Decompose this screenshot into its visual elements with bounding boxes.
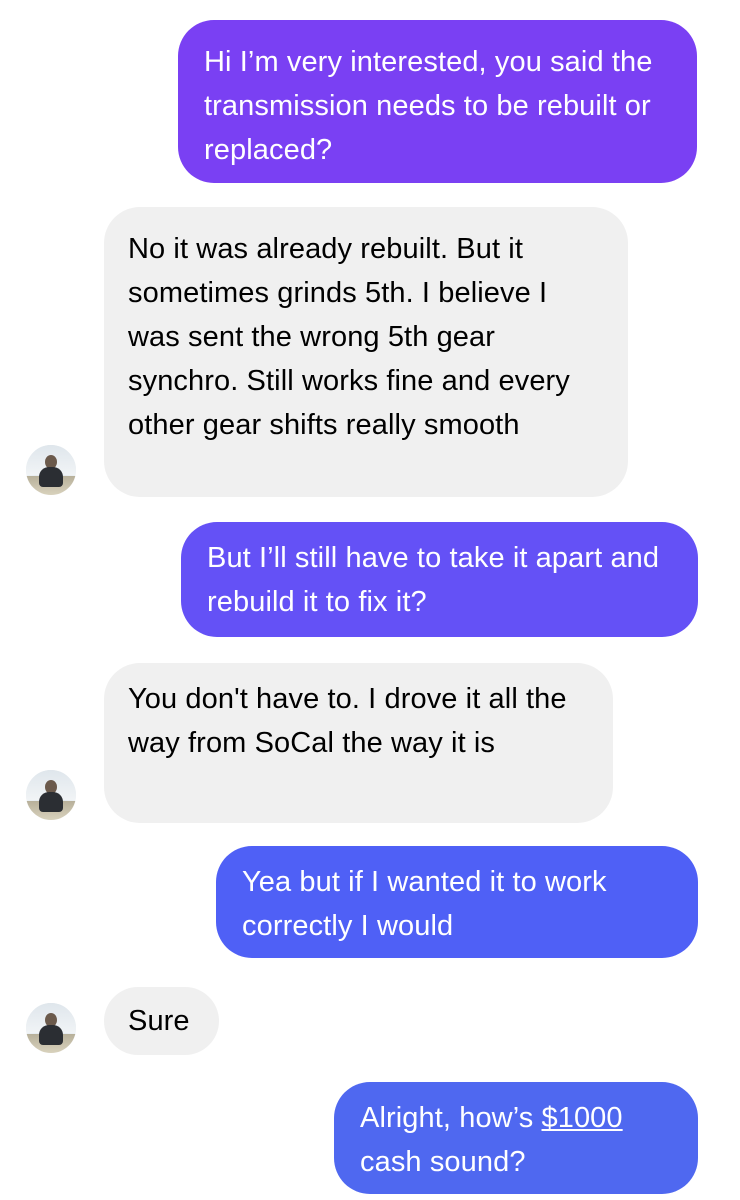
message-text: But I’ll still have to take it apart and… bbox=[207, 542, 660, 618]
sent-message-bubble[interactable]: Alright, how’s $1000 cash sound? bbox=[334, 1082, 698, 1194]
contact-avatar[interactable] bbox=[26, 445, 76, 495]
received-message-bubble[interactable]: Sure bbox=[104, 987, 219, 1055]
avatar-person-body bbox=[39, 792, 63, 812]
message-text: You don't have to. I drove it all the wa… bbox=[128, 683, 567, 759]
message-text: No it was already rebuilt. But it someti… bbox=[128, 233, 570, 441]
received-message-bubble[interactable]: No it was already rebuilt. But it someti… bbox=[104, 207, 628, 497]
contact-avatar[interactable] bbox=[26, 770, 76, 820]
amount-link[interactable]: $1000 bbox=[542, 1102, 623, 1134]
message-text-after: cash sound? bbox=[360, 1146, 526, 1178]
sent-message-bubble[interactable]: Hi I’m very interested, you said the tra… bbox=[178, 20, 697, 183]
contact-avatar[interactable] bbox=[26, 1003, 76, 1053]
message-text: Yea but if I wanted it to work correctly… bbox=[242, 866, 607, 942]
received-message-bubble[interactable]: You don't have to. I drove it all the wa… bbox=[104, 663, 613, 823]
avatar-person-body bbox=[39, 467, 63, 487]
message-thread: Hi I’m very interested, you said the tra… bbox=[0, 0, 740, 1200]
avatar-person-body bbox=[39, 1025, 63, 1045]
message-text: Hi I’m very interested, you said the tra… bbox=[204, 46, 653, 166]
message-text: Sure bbox=[128, 1005, 190, 1037]
sent-message-bubble[interactable]: But I’ll still have to take it apart and… bbox=[181, 522, 698, 637]
message-text-before: Alright, how’s bbox=[360, 1102, 542, 1134]
sent-message-bubble[interactable]: Yea but if I wanted it to work correctly… bbox=[216, 846, 698, 958]
